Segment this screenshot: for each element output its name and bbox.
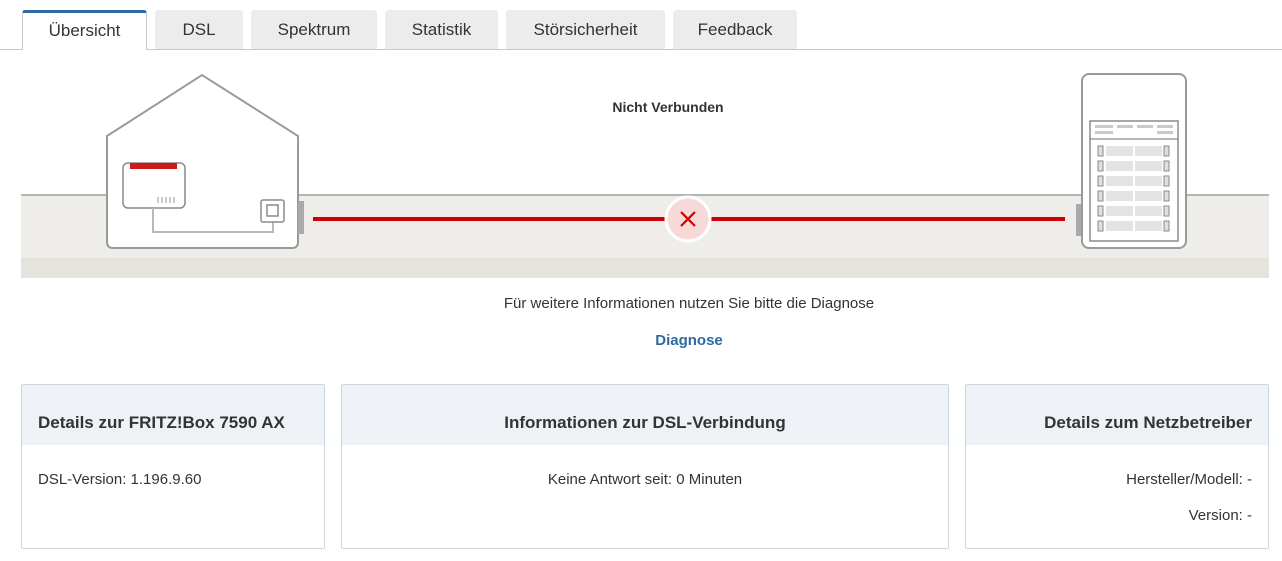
tab-stoersicherheit[interactable]: Störsicherheit [506,10,665,49]
connection-illustration [21,73,1269,278]
tab-feedback[interactable]: Feedback [673,10,797,49]
tab-bar: Übersicht DSL Spektrum Statistik Störsic… [0,0,1282,50]
card-title: Details zur FRITZ!Box 7590 AX [22,385,324,445]
tab-spektrum[interactable]: Spektrum [251,10,377,49]
tab-dsl[interactable]: DSL [155,10,243,49]
tab-statistik[interactable]: Statistik [385,10,498,49]
diagnose-hint: Für weitere Informationen nutzen Sie bit… [503,295,875,312]
diagnose-link[interactable]: Diagnose [0,332,1282,349]
dsl-info-card: Informationen zur DSL-Verbindung Keine A… [341,384,949,549]
operator-version: Version: - [1188,507,1252,524]
tab-uebersicht[interactable]: Übersicht [22,10,147,50]
manufacturer-model: Hersteller/Modell: - [1126,471,1252,488]
no-answer-since: Keine Antwort seit: 0 Minuten [547,471,743,488]
fritzbox-details-card: Details zur FRITZ!Box 7590 AX DSL-Versio… [21,384,325,549]
dsl-version: DSL-Version: 1.196.9.60 [38,471,202,488]
connection-status: Nicht Verbunden [612,99,724,115]
card-title: Details zum Netzbetreiber [966,385,1268,445]
ground-band-lower [21,258,1269,278]
error-x-icon [664,195,712,243]
operator-details-card: Details zum Netzbetreiber Hersteller/Mod… [965,384,1269,549]
card-title: Informationen zur DSL-Verbindung [342,385,948,445]
